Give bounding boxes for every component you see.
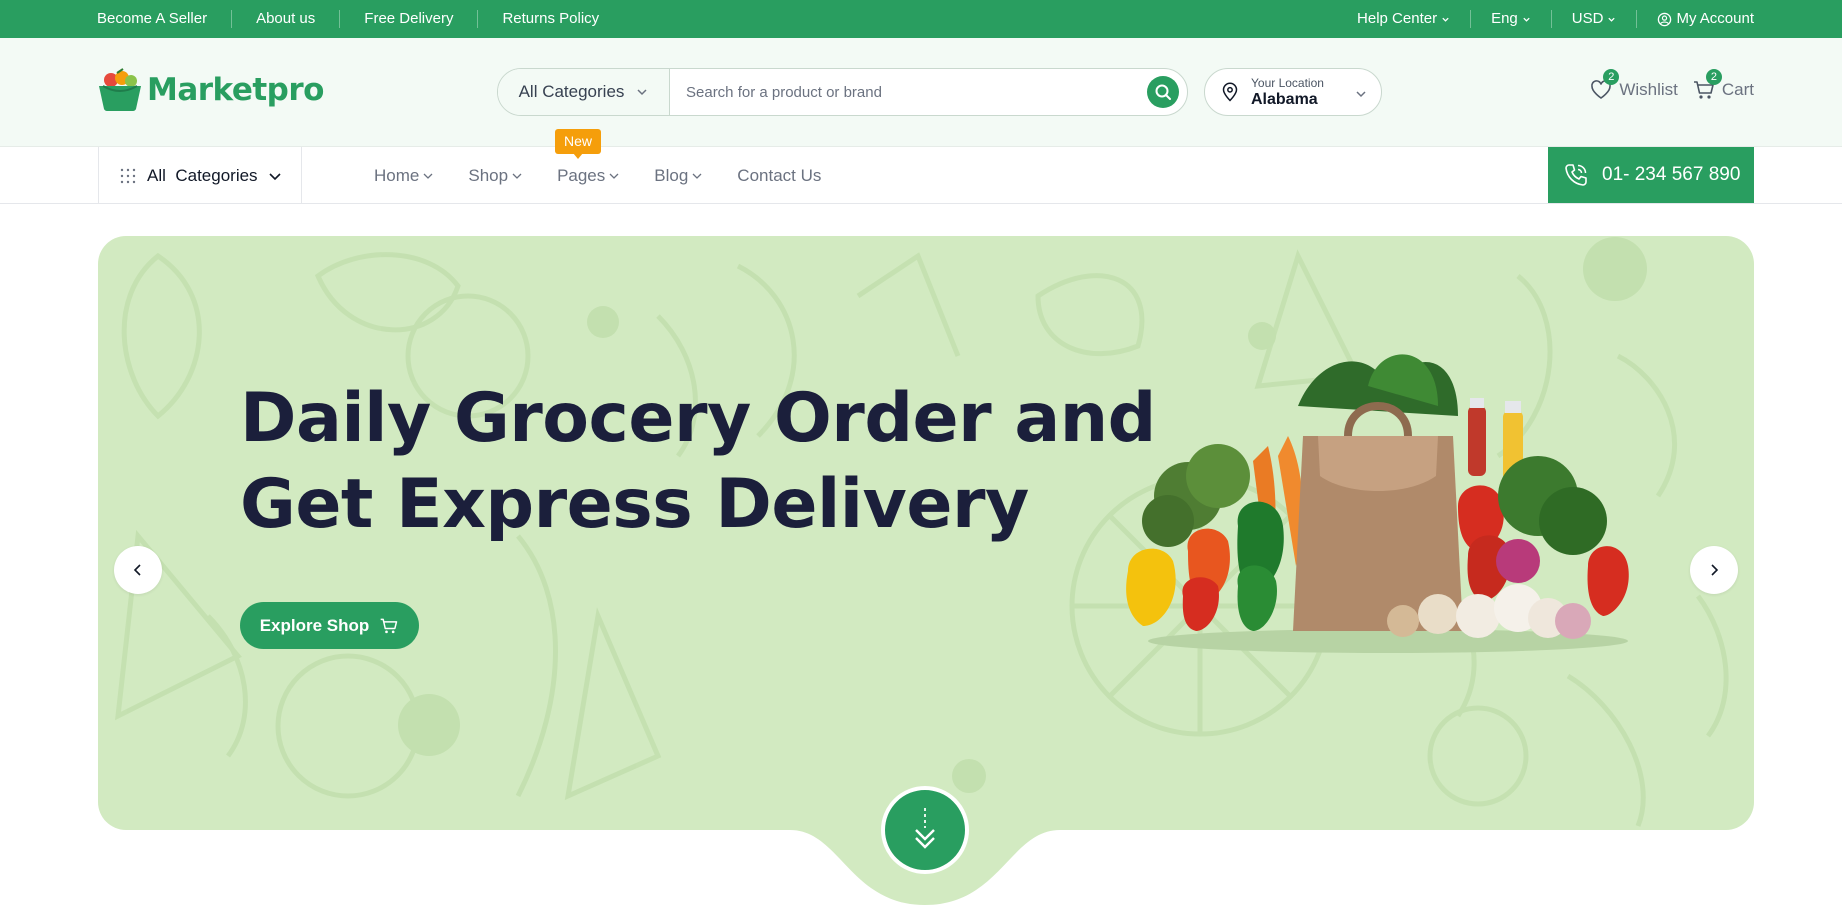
chevron-down-icon [637, 89, 647, 96]
wishlist-count-badge: 2 [1603, 69, 1620, 85]
wishlist-button[interactable]: 2 Wishlist [1589, 69, 1678, 102]
nav-item-label: Home [374, 165, 420, 185]
chevron-down-icon [268, 172, 281, 180]
top-bar-right: Help Center Eng USD My Account [1337, 0, 1754, 38]
nav-item-home[interactable]: Home [374, 166, 434, 186]
phone-call-icon [1565, 164, 1587, 186]
main-nav: All Categories New Home Shop Pages Blog … [0, 129, 1842, 204]
chevron-down-icon [1523, 17, 1530, 22]
nav-item-label: Blog [654, 165, 689, 185]
nav-item-pages[interactable]: Pages [557, 166, 620, 186]
phone-contact-button[interactable]: 01- 234 567 890 [1548, 147, 1754, 203]
basket-logo-icon [99, 68, 141, 111]
chevron-left-icon [133, 564, 141, 576]
language-label: Eng [1491, 10, 1518, 27]
map-pin-icon [1222, 82, 1238, 102]
nav-item-label: Pages [557, 165, 606, 185]
location-selector[interactable]: Your Location Alabama [1204, 68, 1382, 116]
location-value: Alabama [1251, 90, 1318, 108]
location-label: Your Location [1251, 75, 1324, 90]
slider-prev-button[interactable] [114, 546, 162, 594]
grid-dots-icon [120, 168, 136, 183]
nav-item-contact-us[interactable]: Contact Us [737, 166, 821, 186]
hero-banner: Daily Grocery Order and Get Express Deli… [98, 236, 1754, 830]
site-logo[interactable]: Marketpro [97, 68, 324, 112]
cart-count-badge: 2 [1705, 69, 1722, 85]
hero-headline: Daily Grocery Order and Get Express Deli… [240, 376, 1156, 548]
chevron-right-icon [1711, 564, 1719, 576]
cart-label: Cart [1721, 80, 1754, 99]
chevron-down-icon [1442, 17, 1449, 22]
my-account-link[interactable]: My Account [1636, 10, 1754, 28]
returns-policy-link[interactable]: Returns Policy [477, 10, 623, 28]
chevron-down-icon [609, 173, 619, 179]
chevron-down-icon [1356, 91, 1366, 98]
help-center-label: Help Center [1357, 10, 1438, 27]
nav-item-label: Contact Us [737, 165, 822, 185]
phone-number: 01- 234 567 890 [1602, 164, 1741, 185]
top-bar: Become A Seller About us Free Delivery R… [0, 0, 1842, 38]
nav-item-shop[interactable]: Shop [468, 166, 523, 186]
all-categories-label: All Categories [147, 165, 258, 185]
explore-shop-button[interactable]: Explore Shop [240, 602, 419, 649]
hero-headline-line1: Daily Grocery Order and [240, 379, 1156, 458]
chevron-down-icon [692, 173, 702, 179]
nav-item-label: Shop [468, 165, 509, 185]
help-center-dropdown[interactable]: Help Center [1337, 10, 1470, 28]
search-icon [1155, 84, 1171, 100]
cart-icon [380, 618, 398, 633]
currency-label: USD [1571, 10, 1604, 27]
cart-button[interactable]: 2 Cart [1692, 69, 1754, 102]
chevron-down-icon [512, 173, 522, 179]
search-bar: All Categories [497, 68, 1188, 116]
my-account-label: My Account [1676, 10, 1754, 27]
slider-next-button[interactable] [1690, 546, 1738, 594]
wishlist-label: Wishlist [1619, 80, 1678, 99]
header-actions: 2 Wishlist 2 Cart [1589, 69, 1754, 102]
about-us-link[interactable]: About us [231, 10, 339, 28]
user-icon [1658, 12, 1672, 26]
chevron-down-icon [423, 173, 433, 179]
search-category-label: All Categories [518, 82, 625, 101]
top-bar-links: Become A Seller About us Free Delivery R… [97, 0, 623, 38]
become-seller-link[interactable]: Become A Seller [97, 10, 231, 28]
search-category-select[interactable]: All Categories [498, 69, 670, 115]
explore-shop-label: Explore Shop [259, 615, 370, 635]
search-button[interactable] [1147, 76, 1179, 108]
nav-menu: Home Shop Pages Blog Contact Us [374, 147, 821, 204]
search-input[interactable] [670, 83, 1147, 101]
currency-dropdown[interactable]: USD [1550, 10, 1637, 28]
nav-item-blog[interactable]: Blog [654, 166, 703, 186]
main-header: Marketpro All Categories Your Location A… [0, 38, 1842, 147]
hero-headline-line2: Get Express Delivery [240, 465, 1029, 544]
all-categories-button[interactable]: All Categories [98, 147, 302, 204]
double-chevron-down-icon [915, 808, 935, 849]
grocery-bag-illustration [1126, 354, 1629, 653]
scroll-down-button[interactable] [881, 786, 969, 874]
logo-text: Marketpro [147, 72, 324, 108]
free-delivery-link[interactable]: Free Delivery [339, 10, 477, 28]
chevron-down-icon [1608, 17, 1616, 22]
language-dropdown[interactable]: Eng [1470, 10, 1551, 28]
